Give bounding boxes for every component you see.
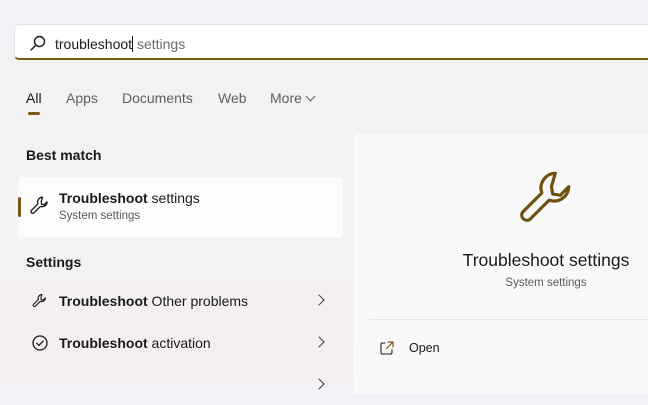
tab-more[interactable]: More — [270, 90, 316, 106]
chevron-right-icon[interactable] — [313, 378, 325, 390]
chevron-down-icon — [305, 91, 316, 102]
tab-label: All — [26, 90, 42, 106]
tab-label: Web — [218, 90, 247, 106]
best-match-heading: Best match — [26, 147, 102, 163]
settings-result-item-partial[interactable] — [18, 365, 343, 405]
search-input[interactable]: troubleshoot settings — [55, 36, 185, 52]
result-label: Troubleshoot activation — [59, 335, 211, 351]
tab-label: More — [270, 90, 302, 106]
chevron-right-icon[interactable] — [313, 294, 325, 306]
tab-all[interactable]: All — [26, 90, 42, 115]
chevron-right-icon[interactable] — [313, 336, 325, 348]
selection-indicator — [18, 197, 21, 217]
wrench-icon — [32, 293, 46, 308]
tab-web[interactable]: Web — [218, 90, 247, 106]
open-external-icon — [380, 341, 394, 355]
search-icon — [30, 35, 46, 51]
tab-label: Documents — [122, 90, 193, 106]
check-circle-icon — [32, 335, 48, 351]
wrench-icon — [520, 171, 571, 222]
detail-subtitle: System settings — [505, 277, 587, 289]
settings-heading: Settings — [26, 254, 82, 270]
tab-label: Apps — [66, 90, 98, 106]
settings-result-item[interactable]: Troubleshoot Other problems — [18, 281, 343, 321]
best-match-subtitle: System settings — [59, 210, 141, 222]
open-label: Open — [409, 341, 440, 355]
detail-panel: Troubleshoot settings System settings Op… — [353, 134, 648, 394]
best-match-title: Troubleshoot settings — [59, 190, 200, 206]
search-typed-text: troubleshoot — [55, 36, 134, 52]
search-box[interactable]: troubleshoot settings — [14, 24, 648, 60]
tab-documents[interactable]: Documents — [122, 90, 193, 106]
tab-apps[interactable]: Apps — [66, 90, 98, 106]
search-suggestion-text: settings — [133, 36, 186, 52]
divider — [369, 319, 648, 320]
best-match-result[interactable]: Troubleshoot settings System settings — [18, 177, 343, 238]
settings-result-item[interactable]: Troubleshoot activation — [18, 323, 343, 363]
detail-title: Troubleshoot settings — [462, 250, 630, 270]
result-label: Troubleshoot Other problems — [59, 293, 249, 309]
wrench-icon — [30, 196, 48, 214]
active-tab-indicator — [28, 112, 40, 115]
